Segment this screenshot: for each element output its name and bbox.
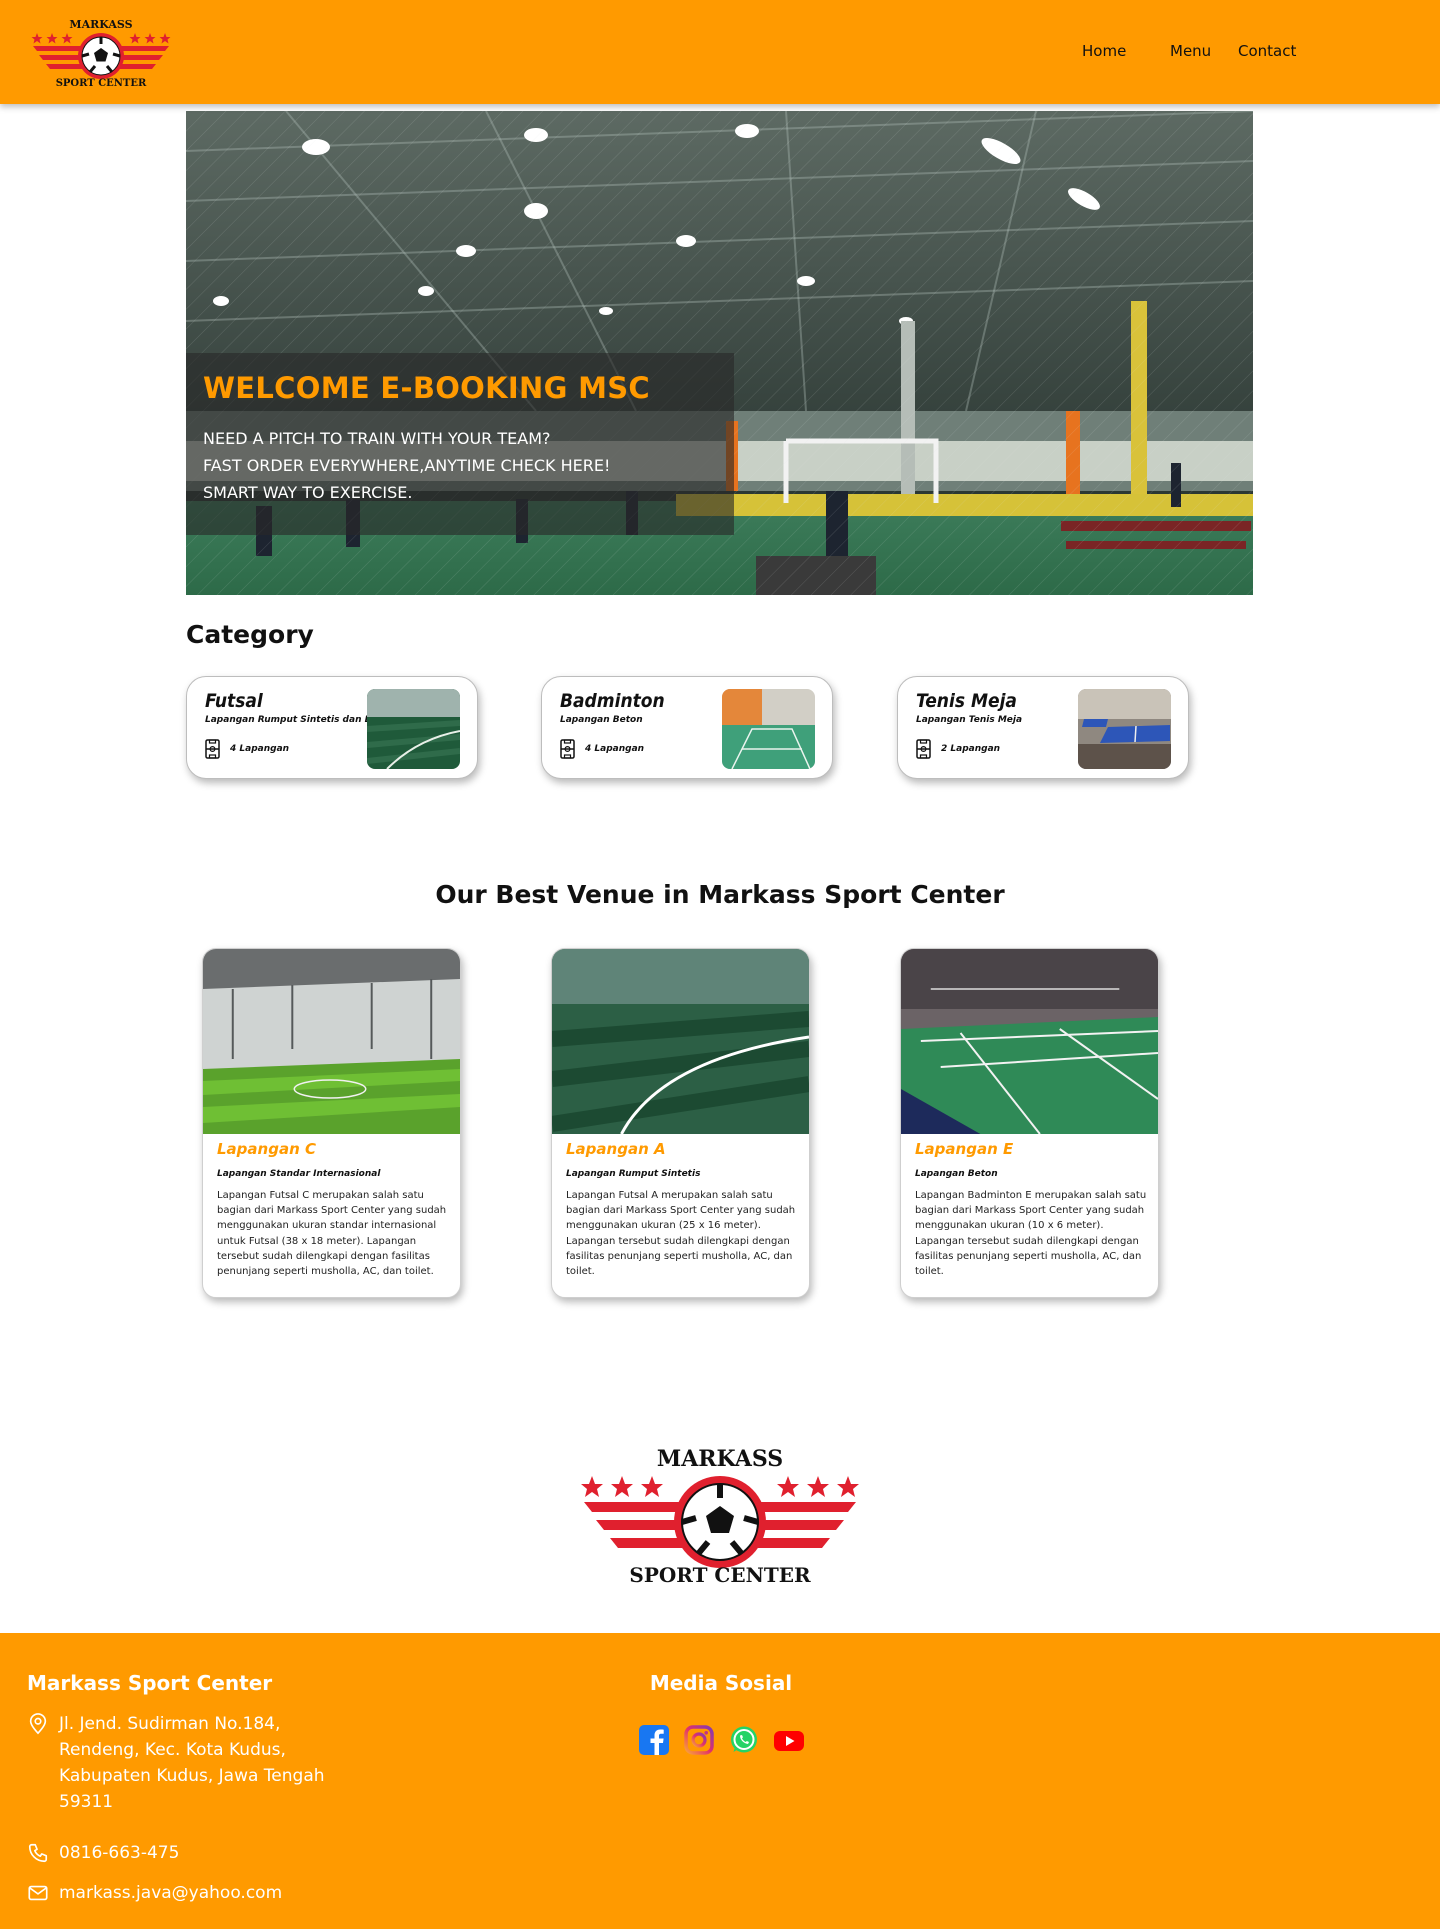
- phone-icon: [28, 1843, 48, 1863]
- venue-description: Lapangan Futsal C merupakan salah satu b…: [217, 1190, 447, 1278]
- footer-email[interactable]: markass.java@yahoo.com: [27, 1880, 282, 1906]
- category-card-badminton[interactable]: Badminton Lapangan Beton 4 Lapangan: [541, 676, 833, 779]
- category-name: Futsal: [205, 690, 263, 712]
- venue-lapangan-c-image: [203, 949, 460, 1134]
- category-subtitle: Lapangan Tenis Meja: [916, 715, 1023, 725]
- footer-phone-text[interactable]: 0816-663-475: [59, 1840, 179, 1866]
- hero-line: FAST ORDER EVERYWHERE,ANYTIME CHECK HERE…: [203, 456, 611, 475]
- category-count: 2 Lapangan: [916, 739, 1000, 759]
- venue-name: Lapangan A: [566, 1140, 666, 1158]
- field-icon: [916, 739, 931, 759]
- footer-address-text: Jl. Jend. Sudirman No.184, Rendeng, Kec.…: [59, 1714, 325, 1812]
- venue-description: Lapangan Badminton E merupakan salah sat…: [915, 1190, 1147, 1278]
- category-count-label: 4 Lapangan: [585, 744, 645, 754]
- svg-text:SPORT CENTER: SPORT CENTER: [629, 1563, 811, 1587]
- footer-phone[interactable]: 0816-663-475: [27, 1840, 179, 1866]
- social-media-links: [639, 1725, 804, 1755]
- hero-tagline: NEED A PITCH TO TRAIN WITH YOUR TEAM? FA…: [203, 425, 610, 506]
- venues-heading: Our Best Venue in Markass Sport Center: [435, 880, 1005, 909]
- category-futsal-image: [367, 689, 460, 769]
- hero-line: SMART WAY TO EXERCISE.: [203, 483, 413, 502]
- footer-address: Jl. Jend. Sudirman No.184, Rendeng, Kec.…: [27, 1711, 349, 1815]
- nav-menu-link[interactable]: Menu: [1170, 42, 1211, 60]
- field-icon: [205, 739, 220, 759]
- venue-lapangan-e-image: [901, 949, 1158, 1134]
- whatsapp-icon[interactable]: [729, 1725, 759, 1755]
- category-card-tenis-meja[interactable]: Tenis Meja Lapangan Tenis Meja 2 Lapanga…: [897, 676, 1189, 779]
- venue-subtitle: Lapangan Beton: [915, 1169, 998, 1179]
- svg-text:MARKASS: MARKASS: [657, 1446, 783, 1472]
- hero-text-panel: WELCOME E-BOOKING MSC NEED A PITCH TO TR…: [186, 353, 734, 535]
- nav-home-link[interactable]: Home: [1082, 42, 1126, 60]
- venue-lapangan-a-image: [552, 949, 809, 1134]
- category-badminton-image: [722, 689, 815, 769]
- hero-title: WELCOME E-BOOKING MSC: [203, 371, 650, 405]
- category-name: Badminton: [560, 690, 665, 712]
- field-icon: [560, 739, 575, 759]
- social-media-title: Media Sosial: [649, 1671, 793, 1695]
- mail-icon: [28, 1885, 48, 1901]
- category-heading: Category: [186, 620, 314, 649]
- category-table-tennis-image: [1078, 689, 1171, 769]
- category-name: Tenis Meja: [916, 690, 1017, 712]
- venue-subtitle: Lapangan Rumput Sintetis: [566, 1169, 701, 1179]
- category-count: 4 Lapangan: [205, 739, 289, 759]
- category-subtitle: Lapangan Beton: [560, 715, 643, 725]
- main-nav: Home Menu Contact: [0, 0, 1440, 104]
- category-count-label: 4 Lapangan: [230, 744, 290, 754]
- category-count-label: 2 Lapangan: [941, 744, 1001, 754]
- venue-subtitle: Lapangan Standar Internasional: [217, 1169, 381, 1179]
- category-card-futsal[interactable]: Futsal Lapangan Rumput Sintetis dan Beto…: [186, 676, 478, 779]
- footer: Markass Sport Center Jl. Jend. Sudirman …: [0, 1633, 1440, 1929]
- category-count: 4 Lapangan: [560, 739, 644, 759]
- footer-email-text[interactable]: markass.java@yahoo.com: [59, 1880, 282, 1906]
- venue-description: Lapangan Futsal A merupakan salah satu b…: [566, 1190, 796, 1278]
- markass-sport-center-logo: MARKASS SPORT CENTER: [581, 1446, 859, 1587]
- venue-name: Lapangan E: [915, 1140, 1014, 1158]
- youtube-icon[interactable]: [774, 1725, 804, 1755]
- hero-line: NEED A PITCH TO TRAIN WITH YOUR TEAM?: [203, 429, 551, 448]
- venue-card-lapangan-e[interactable]: Lapangan E Lapangan Beton Lapangan Badmi…: [900, 948, 1159, 1298]
- location-pin-icon: [29, 1713, 47, 1735]
- venue-card-lapangan-c[interactable]: Lapangan C Lapangan Standar Internasiona…: [202, 948, 461, 1298]
- nav-contact-link[interactable]: Contact: [1238, 42, 1296, 60]
- navbar: MARKASS SPORT CENTER Home Menu Contact: [0, 0, 1440, 104]
- venue-name: Lapangan C: [217, 1140, 316, 1158]
- venue-card-lapangan-a[interactable]: Lapangan A Lapangan Rumput Sintetis Lapa…: [551, 948, 810, 1298]
- hero-banner: WELCOME E-BOOKING MSC NEED A PITCH TO TR…: [186, 111, 1253, 595]
- facebook-icon[interactable]: [639, 1725, 669, 1755]
- instagram-icon[interactable]: [684, 1725, 714, 1755]
